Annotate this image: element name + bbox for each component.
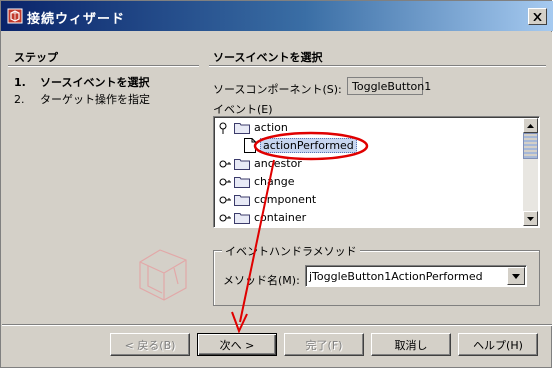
tree-node-component[interactable]: component	[218, 191, 316, 208]
step-1-label: ソースイベントを選択	[40, 76, 150, 89]
footer-separator	[2, 324, 552, 326]
tree-node-label: change	[254, 175, 295, 188]
cancel-button[interactable]: 取消し	[371, 333, 451, 356]
step-2-number: 2.	[14, 93, 25, 106]
folder-icon	[234, 194, 250, 206]
method-name-combo[interactable]: jToggleButton1ActionPerformed	[305, 265, 527, 287]
tree-node-label: container	[254, 211, 307, 224]
folder-icon	[234, 158, 250, 170]
tree-node-ancestor[interactable]: ancestor	[218, 155, 302, 172]
wizard-watermark-cube	[139, 249, 187, 301]
tree-node-label: ancestor	[254, 157, 302, 170]
tree-node-label: action	[254, 121, 288, 134]
events-label: イベント(E)	[213, 103, 273, 116]
tree-node-label-selected: actionPerformed	[260, 138, 357, 153]
step-1: 1. ソースイベントを選択	[14, 74, 149, 90]
window-title: 接続ウィザード	[27, 12, 126, 27]
method-name-value[interactable]: jToggleButton1ActionPerformed	[309, 270, 483, 283]
title-bar[interactable]: 接続ウィザード	[1, 1, 553, 31]
tree-collapsed-toggle-icon[interactable]	[218, 193, 232, 207]
chevron-down-icon	[512, 273, 520, 279]
main-pane: ソースイベントを選択 ソースコンポーネント(S): ToggleButton1 …	[203, 32, 552, 324]
tree-collapsed-toggle-icon[interactable]	[218, 175, 232, 189]
events-tree[interactable]: action actionPerformed ancestor change c…	[213, 116, 540, 228]
back-button[interactable]: < 戻る(B)	[110, 333, 190, 356]
method-name-label: メソッド名(M):	[223, 274, 300, 287]
scroll-up-arrow-icon	[527, 123, 534, 128]
method-name-dropdown-button[interactable]	[507, 267, 525, 285]
step-2: 2. ターゲット操作を指定	[14, 91, 150, 107]
step-2-label: ターゲット操作を指定	[40, 93, 150, 106]
folder-icon	[234, 212, 250, 224]
scroll-down-arrow-icon	[527, 216, 534, 221]
tree-node-container[interactable]: container	[218, 209, 306, 226]
folder-icon	[234, 176, 250, 188]
tree-node-actionperformed[interactable]: actionPerformed	[244, 137, 357, 154]
tree-node-change[interactable]: change	[218, 173, 294, 190]
folder-icon	[234, 122, 250, 134]
wizard-app-icon	[7, 8, 23, 24]
scroll-down-button[interactable]	[523, 211, 538, 226]
close-button[interactable]	[528, 8, 547, 25]
tree-collapsed-toggle-icon[interactable]	[218, 211, 232, 225]
events-tree-scrollbar[interactable]	[523, 118, 538, 226]
steps-heading-rule	[8, 65, 199, 67]
next-button[interactable]: 次へ >	[197, 333, 277, 356]
help-button[interactable]: ヘルプ(H)	[458, 333, 538, 356]
page-title-rule	[209, 65, 546, 67]
tree-node-label: component	[254, 193, 317, 206]
steps-heading: ステップ	[14, 51, 58, 64]
connection-wizard-dialog: 接続ウィザード ステップ 1. ソースイベントを選択 2. ターゲット操作を指定 ソ…	[0, 0, 553, 368]
tree-collapsed-toggle-icon[interactable]	[218, 157, 232, 171]
document-icon	[244, 138, 256, 153]
steps-pane: ステップ 1. ソースイベントを選択 2. ターゲット操作を指定	[2, 32, 203, 324]
scroll-up-button[interactable]	[523, 118, 538, 133]
tree-node-action[interactable]: action	[218, 119, 288, 136]
source-component-label: ソースコンポーネント(S):	[213, 83, 342, 96]
scroll-thumb[interactable]	[523, 133, 538, 159]
event-handler-legend: イベントハンドラメソッド	[222, 243, 360, 259]
close-icon	[533, 12, 542, 21]
finish-button[interactable]: 完了(F)	[284, 333, 364, 356]
tree-expanded-toggle-icon[interactable]	[218, 121, 232, 135]
source-component-field: ToggleButton1	[347, 77, 431, 95]
page-title: ソースイベントを選択	[213, 51, 323, 64]
step-1-number: 1.	[14, 76, 26, 89]
